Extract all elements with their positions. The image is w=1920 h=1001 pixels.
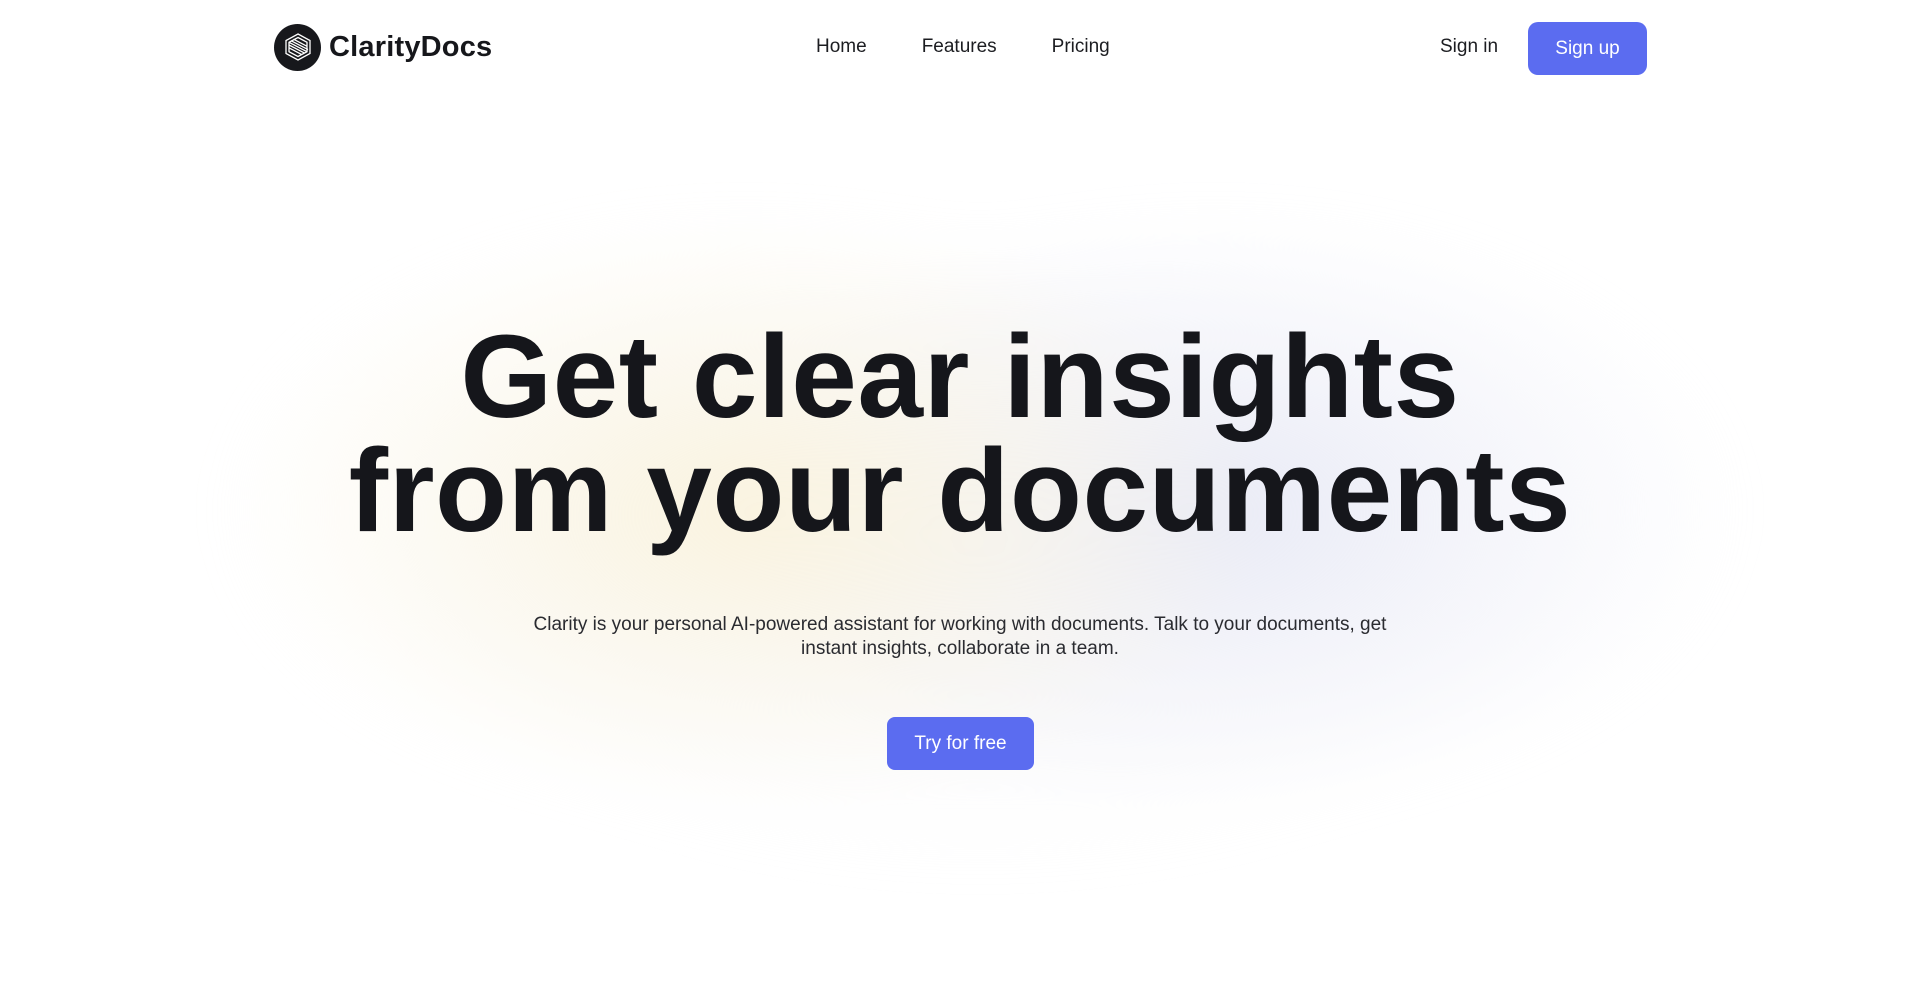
brand-name: ClarityDocs xyxy=(329,30,493,63)
nav-features-link[interactable]: Features xyxy=(922,36,997,58)
main-nav: Home Features Pricing xyxy=(816,36,1110,58)
site-header: ClarityDocs Home Features Pricing Sign i… xyxy=(0,0,1920,100)
nav-home-link[interactable]: Home xyxy=(816,36,867,58)
hero-title-line-2: from your documents xyxy=(348,425,1572,557)
hero-subtitle-line-1: Clarity is your personal AI-powered assi… xyxy=(533,614,1387,635)
nav-pricing-link[interactable]: Pricing xyxy=(1052,36,1110,58)
hero-subtitle: Clarity is your personal AI-powered assi… xyxy=(0,613,1920,661)
hero-title-line-1: Get clear insights xyxy=(460,311,1460,443)
landing-page: ClarityDocs Home Features Pricing Sign i… xyxy=(0,0,1920,1001)
hero-subtitle-line-2: instant insights, collaborate in a team. xyxy=(801,638,1119,659)
cube-logo-icon xyxy=(274,23,321,71)
sign-in-link[interactable]: Sign in xyxy=(1440,36,1498,58)
brand[interactable]: ClarityDocs xyxy=(274,23,492,71)
hero-title: Get clear insights from your documents xyxy=(0,318,1920,550)
hero-section: Get clear insights from your documents C… xyxy=(0,318,1920,659)
try-for-free-button[interactable]: Try for free xyxy=(887,717,1034,770)
sign-up-button[interactable]: Sign up xyxy=(1528,22,1647,75)
